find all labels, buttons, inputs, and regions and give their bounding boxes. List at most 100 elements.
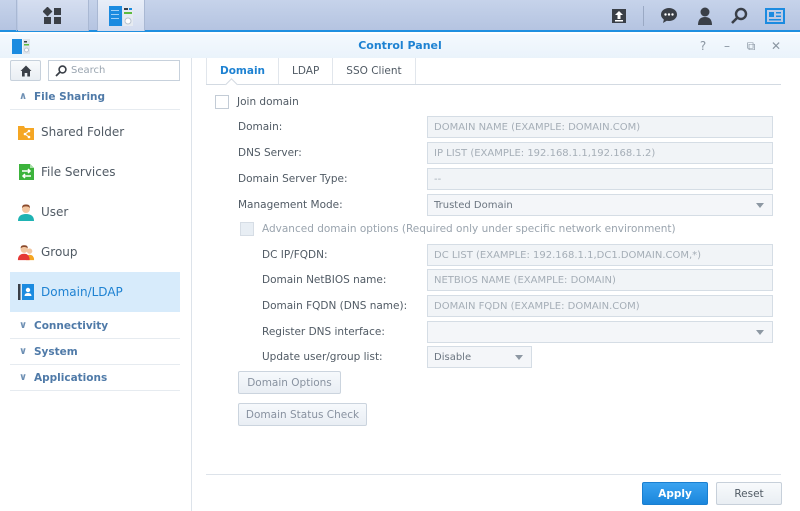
join-domain-checkbox[interactable] [215, 95, 229, 109]
sidebar-item-group[interactable]: Group [10, 232, 180, 272]
control-panel-app-icon [109, 5, 133, 26]
user-options-button[interactable] [689, 0, 721, 31]
dc-ip-field[interactable] [427, 244, 773, 266]
netbios-label: Domain NetBIOS name: [262, 274, 387, 286]
tab-bar: Domain LDAP SSO Client [206, 58, 781, 85]
user-icon [17, 203, 35, 221]
main-menu-button[interactable] [18, 0, 89, 31]
help-button[interactable]: ? [694, 37, 712, 55]
main-menu-icon [43, 6, 61, 24]
domain-ldap-icon [17, 283, 35, 301]
reset-button[interactable]: Reset [716, 482, 782, 505]
dc-ip-input[interactable] [434, 249, 772, 261]
netbios-field[interactable] [427, 269, 773, 291]
upload-queue-icon [612, 8, 626, 23]
search-icon [731, 7, 748, 24]
sidebar: ∧ File Sharing Shared Folder File Servic… [0, 58, 192, 511]
management-mode-label: Management Mode: [238, 199, 343, 211]
register-dns-label: Register DNS interface: [262, 326, 385, 338]
close-button[interactable]: ✕ [767, 37, 785, 55]
apply-button[interactable]: Apply [642, 482, 708, 505]
register-dns-select[interactable] [427, 321, 773, 343]
user-options-icon [698, 7, 712, 25]
close-icon: ✕ [770, 39, 782, 53]
sidebar-item-label: Shared Folder [41, 125, 125, 139]
chevron-up-icon: ∧ [18, 91, 28, 102]
sidebar-item-label: File Services [41, 165, 116, 179]
fqdn-field[interactable] [427, 295, 773, 317]
group-icon [17, 243, 35, 261]
sidebar-item-label: Domain/LDAP [41, 285, 123, 299]
domain-input[interactable] [434, 121, 772, 133]
chevron-down-icon: ∨ [18, 372, 28, 383]
footer-divider [206, 474, 781, 475]
sidebar-item-label: Group [41, 245, 78, 259]
group-label: Applications [34, 371, 108, 384]
group-system[interactable]: ∨ System [10, 339, 180, 365]
notifications-button[interactable] [653, 0, 685, 31]
sidebar-item-shared-folder[interactable]: Shared Folder [10, 112, 180, 152]
search-icon [55, 64, 67, 77]
minimize-icon: – [724, 39, 730, 53]
control-panel-taskbar-button[interactable] [97, 0, 145, 31]
minimize-button[interactable]: – [718, 37, 736, 55]
group-label: System [34, 345, 78, 358]
dns-server-field[interactable] [427, 142, 773, 164]
domain-status-check-button[interactable]: Domain Status Check [238, 403, 367, 426]
sidebar-item-domain-ldap[interactable]: Domain/LDAP [10, 272, 180, 312]
widgets-button[interactable] [759, 0, 791, 31]
update-list-value: Disable [434, 351, 472, 363]
domain-server-type-label: Domain Server Type: [238, 173, 348, 185]
group-label: Connectivity [34, 319, 109, 332]
show-desktop-button[interactable] [0, 0, 17, 31]
chevron-down-icon: ∨ [18, 346, 28, 357]
taskbar-separator [643, 6, 644, 26]
upload-queue-button[interactable] [603, 0, 635, 31]
sidebar-search-input[interactable] [71, 65, 171, 76]
dns-server-input[interactable] [434, 147, 772, 159]
restore-icon: ⧉ [746, 38, 756, 53]
update-list-label: Update user/group list: [262, 351, 383, 363]
domain-label: Domain: [238, 121, 283, 133]
group-label: File Sharing [34, 90, 106, 103]
domain-server-type-value: -- [434, 173, 442, 185]
fqdn-input[interactable] [434, 300, 772, 312]
sidebar-item-file-services[interactable]: File Services [10, 152, 180, 192]
window-header: Control Panel ? – ⧉ ✕ [0, 34, 800, 58]
window-title: Control Panel [358, 39, 442, 52]
home-button[interactable] [10, 60, 41, 81]
group-connectivity[interactable]: ∨ Connectivity [10, 313, 180, 339]
widgets-icon [765, 7, 785, 24]
management-mode-select[interactable]: Trusted Domain [427, 194, 773, 216]
tab-ldap[interactable]: LDAP [279, 58, 334, 84]
chevron-down-icon: ∨ [18, 320, 28, 331]
group-applications[interactable]: ∨ Applications [10, 365, 180, 391]
join-domain-label: Join domain [237, 96, 299, 108]
group-file-sharing[interactable]: ∧ File Sharing [10, 84, 180, 110]
tab-sso-client[interactable]: SSO Client [333, 58, 416, 84]
help-icon: ? [699, 39, 707, 53]
update-list-select[interactable]: Disable [427, 346, 532, 368]
main-panel: Domain LDAP SSO Client Join domain Domai… [193, 58, 800, 511]
taskbar [0, 0, 800, 32]
home-icon [20, 65, 31, 76]
advanced-options-label: Advanced domain options (Required only u… [262, 223, 676, 235]
domain-server-type-field: -- [427, 168, 773, 190]
search-button[interactable] [723, 0, 755, 31]
restore-button[interactable]: ⧉ [742, 37, 760, 55]
dns-server-label: DNS Server: [238, 147, 302, 159]
file-services-icon [17, 163, 35, 181]
notifications-icon [661, 8, 677, 23]
dropdown-arrow-icon [756, 330, 764, 335]
dropdown-arrow-icon [515, 355, 523, 360]
domain-field[interactable] [427, 116, 773, 138]
dc-ip-label: DC IP/FQDN: [262, 249, 328, 261]
tab-domain[interactable]: Domain [206, 58, 280, 84]
sidebar-item-user[interactable]: User [10, 192, 180, 232]
domain-options-button[interactable]: Domain Options [238, 371, 341, 394]
fqdn-label: Domain FQDN (DNS name): [262, 300, 408, 312]
advanced-options-checkbox[interactable] [240, 222, 254, 236]
netbios-input[interactable] [434, 274, 772, 286]
sidebar-search[interactable] [48, 60, 180, 81]
shared-folder-icon [17, 123, 35, 141]
